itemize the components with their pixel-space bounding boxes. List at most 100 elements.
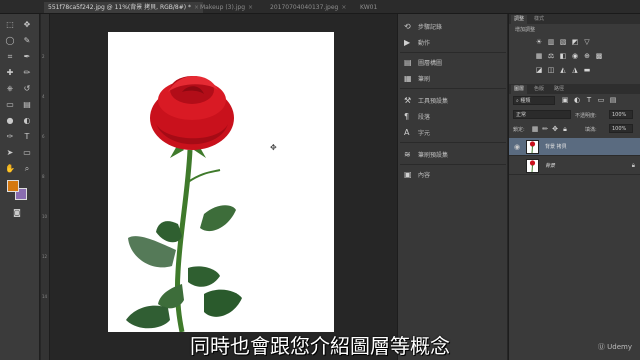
brightness-icon[interactable]: ☀ xyxy=(535,38,543,46)
layer-row[interactable]: 背景 🔒︎ xyxy=(509,157,640,175)
video-subtitle: 同時也會跟您介紹圖層等概念 xyxy=(190,334,450,358)
filter-smart-icon[interactable]: ▤ xyxy=(609,96,617,104)
hue-saturation-icon[interactable]: ▦ xyxy=(535,52,543,60)
dock-item-tool-presets[interactable]: ⚒ 工具預設集 xyxy=(404,94,448,106)
divider xyxy=(400,88,506,89)
tab-label: KW01 xyxy=(360,4,378,11)
layer-thumbnail xyxy=(526,140,539,154)
lock-transparent-icon[interactable]: ▦ xyxy=(531,125,539,133)
brush-tool-icon[interactable]: ✏ xyxy=(22,68,32,78)
paragraph-icon: ¶ xyxy=(404,111,410,121)
history-icon: ⟲ xyxy=(404,21,411,31)
fill-input[interactable]: 100% xyxy=(609,124,633,133)
eraser-tool-icon[interactable]: ▭ xyxy=(5,100,15,110)
adjustments-tab-bar: 調整 樣式 xyxy=(509,14,640,24)
dock-item-brush-presets[interactable]: ≋ 筆刷預設集 xyxy=(404,148,448,160)
quick-mask-icon[interactable]: ◙ xyxy=(12,208,22,218)
lock-position-icon[interactable]: ✥ xyxy=(551,125,559,133)
cursor-icon: ✥ xyxy=(270,143,277,152)
eye-icon[interactable]: ◉ xyxy=(514,143,520,151)
dodge-tool-icon[interactable]: ◐ xyxy=(22,116,32,126)
collapsed-panel-dock: ⟲ 步驟記錄 ▶ 動作 ▤ 圖層構圖 ▦ 筆刷 ⚒ 工具預設集 ¶ 段落 A 字元 ≋ 筆刷預設… xyxy=(397,14,507,360)
document-canvas[interactable] xyxy=(108,32,334,333)
tab-label: 551f78ca5f242.jpg @ 11%(背景 拷貝, RGB/8#) * xyxy=(48,4,192,11)
layer-comps-icon: ▤ xyxy=(404,57,412,67)
dock-item-history[interactable]: ⟲ 步驟記錄 xyxy=(404,20,442,32)
zoom-tool-icon[interactable]: ⌕ xyxy=(22,164,32,174)
shape-tool-icon[interactable]: ▭ xyxy=(22,148,32,158)
document-tab-bar: 551f78ca5f242.jpg @ 11%(背景 拷貝, RGB/8#) *… xyxy=(0,0,640,14)
black-white-icon[interactable]: ◧ xyxy=(559,52,567,60)
filter-adjust-icon[interactable]: ◐ xyxy=(573,96,581,104)
tab-styles[interactable]: 樣式 xyxy=(531,15,547,24)
document-tab[interactable]: KW01 xyxy=(356,2,381,13)
tab-label: 20170704040137.jpeg xyxy=(270,4,339,11)
close-icon[interactable]: × xyxy=(248,4,253,11)
threshold-icon[interactable]: ◭ xyxy=(559,66,567,74)
right-panels: 調整 樣式 增加調整 ☀ ▥ ▧ ◩ ▽ ▦ ⚖ ◧ ◉ ⊕ ▩ ◪ ◫ ◭ ◮… xyxy=(508,14,640,360)
selective-color-icon[interactable]: ◮ xyxy=(571,66,579,74)
lock-pixels-icon[interactable]: ✏ xyxy=(541,125,549,133)
document-tab-active[interactable]: 551f78ca5f242.jpg @ 11%(背景 拷貝, RGB/8#) *… xyxy=(44,2,204,13)
exposure-icon[interactable]: ◩ xyxy=(571,38,579,46)
curves-icon[interactable]: ▧ xyxy=(559,38,567,46)
vibrance-icon[interactable]: ▽ xyxy=(583,38,591,46)
eyedropper-tool-icon[interactable]: ✒ xyxy=(22,52,32,62)
gradient-map-icon[interactable]: ▬ xyxy=(583,66,591,74)
gradient-tool-icon[interactable]: ▤ xyxy=(22,100,32,110)
lock-all-icon[interactable]: 🔒︎ xyxy=(561,125,569,133)
filter-type-icon[interactable]: T xyxy=(585,96,593,104)
vertical-ruler: 2 4 6 8 10 12 14 xyxy=(41,14,50,360)
dock-item-actions[interactable]: ▶ 動作 xyxy=(404,36,430,48)
tab-label: Makeup (3).jpg xyxy=(200,4,246,11)
pen-tool-icon[interactable]: ✑ xyxy=(5,132,15,142)
move-tool-icon[interactable]: ✥ xyxy=(22,20,32,30)
rose-image xyxy=(126,75,242,333)
dock-item-layer-comps[interactable]: ▤ 圖層構圖 xyxy=(404,56,442,68)
color-balance-icon[interactable]: ⚖ xyxy=(547,52,555,60)
levels-icon[interactable]: ▥ xyxy=(547,38,555,46)
divider xyxy=(400,52,506,53)
path-select-icon[interactable]: ➤ xyxy=(5,148,15,158)
healing-brush-icon[interactable]: ✚ xyxy=(5,68,15,78)
properties-icon: ▣ xyxy=(404,169,412,179)
clone-stamp-icon[interactable]: ⎈ xyxy=(5,84,15,94)
quick-select-tool-icon[interactable]: ✎ xyxy=(22,36,32,46)
crop-tool-icon[interactable]: ⌗ xyxy=(5,52,15,62)
color-lookup-icon[interactable]: ▩ xyxy=(595,52,603,60)
divider xyxy=(400,142,506,143)
type-tool-icon[interactable]: T xyxy=(22,132,32,142)
channel-mixer-icon[interactable]: ⊕ xyxy=(583,52,591,60)
layer-filter-select[interactable]: ⌕ 種類 xyxy=(513,96,555,105)
marquee-tool-icon[interactable]: ⬚ xyxy=(5,20,15,30)
close-icon[interactable]: × xyxy=(341,4,346,11)
history-brush-icon[interactable]: ↺ xyxy=(22,84,32,94)
opacity-label: 不透明度: xyxy=(575,113,597,119)
opacity-input[interactable]: 100% xyxy=(609,110,633,119)
tab-channels[interactable]: 色版 xyxy=(531,85,547,94)
document-tab[interactable]: Makeup (3).jpg × xyxy=(196,2,257,13)
tab-layers[interactable]: 圖層 xyxy=(511,85,528,94)
layers-tab-bar: 圖層 色版 路徑 xyxy=(509,84,640,94)
layer-name: 背景 拷貝 xyxy=(545,144,567,150)
udemy-watermark: Ⓤ Udemy xyxy=(597,343,632,351)
dock-item-brush[interactable]: ▦ 筆刷 xyxy=(404,72,430,84)
lasso-tool-icon[interactable]: ◯ xyxy=(5,36,15,46)
divider xyxy=(400,164,506,165)
dock-item-character[interactable]: A 字元 xyxy=(404,126,430,138)
tab-adjustments[interactable]: 調整 xyxy=(511,15,528,24)
layer-row[interactable]: ◉ 背景 拷貝 xyxy=(509,138,640,156)
dock-item-properties[interactable]: ▣ 內容 xyxy=(404,168,430,180)
invert-icon[interactable]: ◪ xyxy=(535,66,543,74)
tab-paths[interactable]: 路徑 xyxy=(551,85,567,94)
hand-tool-icon[interactable]: ✋ xyxy=(5,164,15,174)
blur-tool-icon[interactable]: ● xyxy=(5,116,15,126)
photo-filter-icon[interactable]: ◉ xyxy=(571,52,579,60)
filter-pixel-icon[interactable]: ▣ xyxy=(561,96,569,104)
dock-item-paragraph[interactable]: ¶ 段落 xyxy=(404,110,430,122)
document-tab[interactable]: 20170704040137.jpeg × xyxy=(266,2,350,13)
filter-shape-icon[interactable]: ▭ xyxy=(597,96,605,104)
blend-mode-select[interactable]: 正常 xyxy=(513,110,571,119)
foreground-color-swatch[interactable] xyxy=(7,180,19,192)
posterize-icon[interactable]: ◫ xyxy=(547,66,555,74)
